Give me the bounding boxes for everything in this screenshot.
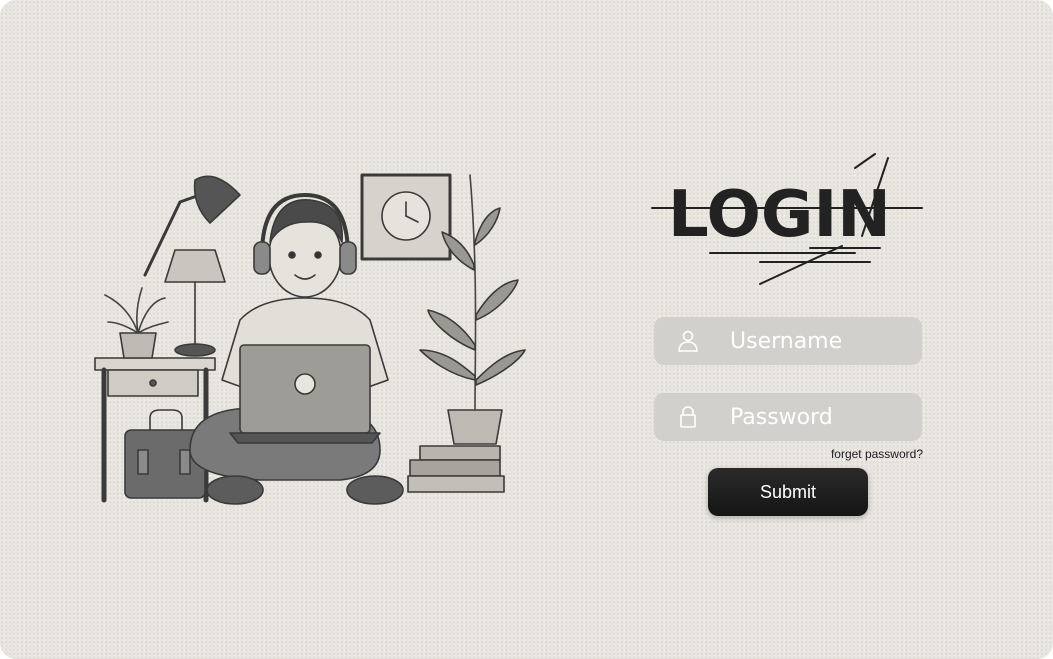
password-field[interactable] bbox=[654, 393, 922, 441]
table-lamp-shade bbox=[164, 249, 226, 283]
forgot-password-link[interactable]: forget password? bbox=[831, 447, 923, 461]
desk-top bbox=[94, 357, 216, 371]
password-input[interactable] bbox=[722, 393, 912, 441]
illustration-person-with-laptop bbox=[94, 173, 526, 505]
username-field[interactable] bbox=[654, 317, 922, 365]
floor-plant-pot bbox=[447, 409, 503, 445]
user-icon bbox=[678, 330, 698, 352]
logo-text: LOGIN bbox=[668, 178, 891, 252]
lock-icon bbox=[680, 406, 696, 428]
login-card: LOGIN forget password? Submit bbox=[0, 0, 1053, 659]
login-logo: LOGIN bbox=[651, 153, 923, 285]
desk-lamp-head bbox=[193, 175, 241, 224]
username-input[interactable] bbox=[722, 317, 912, 365]
desk-plant-pot bbox=[119, 332, 157, 359]
submit-button[interactable]: Submit bbox=[708, 468, 868, 516]
